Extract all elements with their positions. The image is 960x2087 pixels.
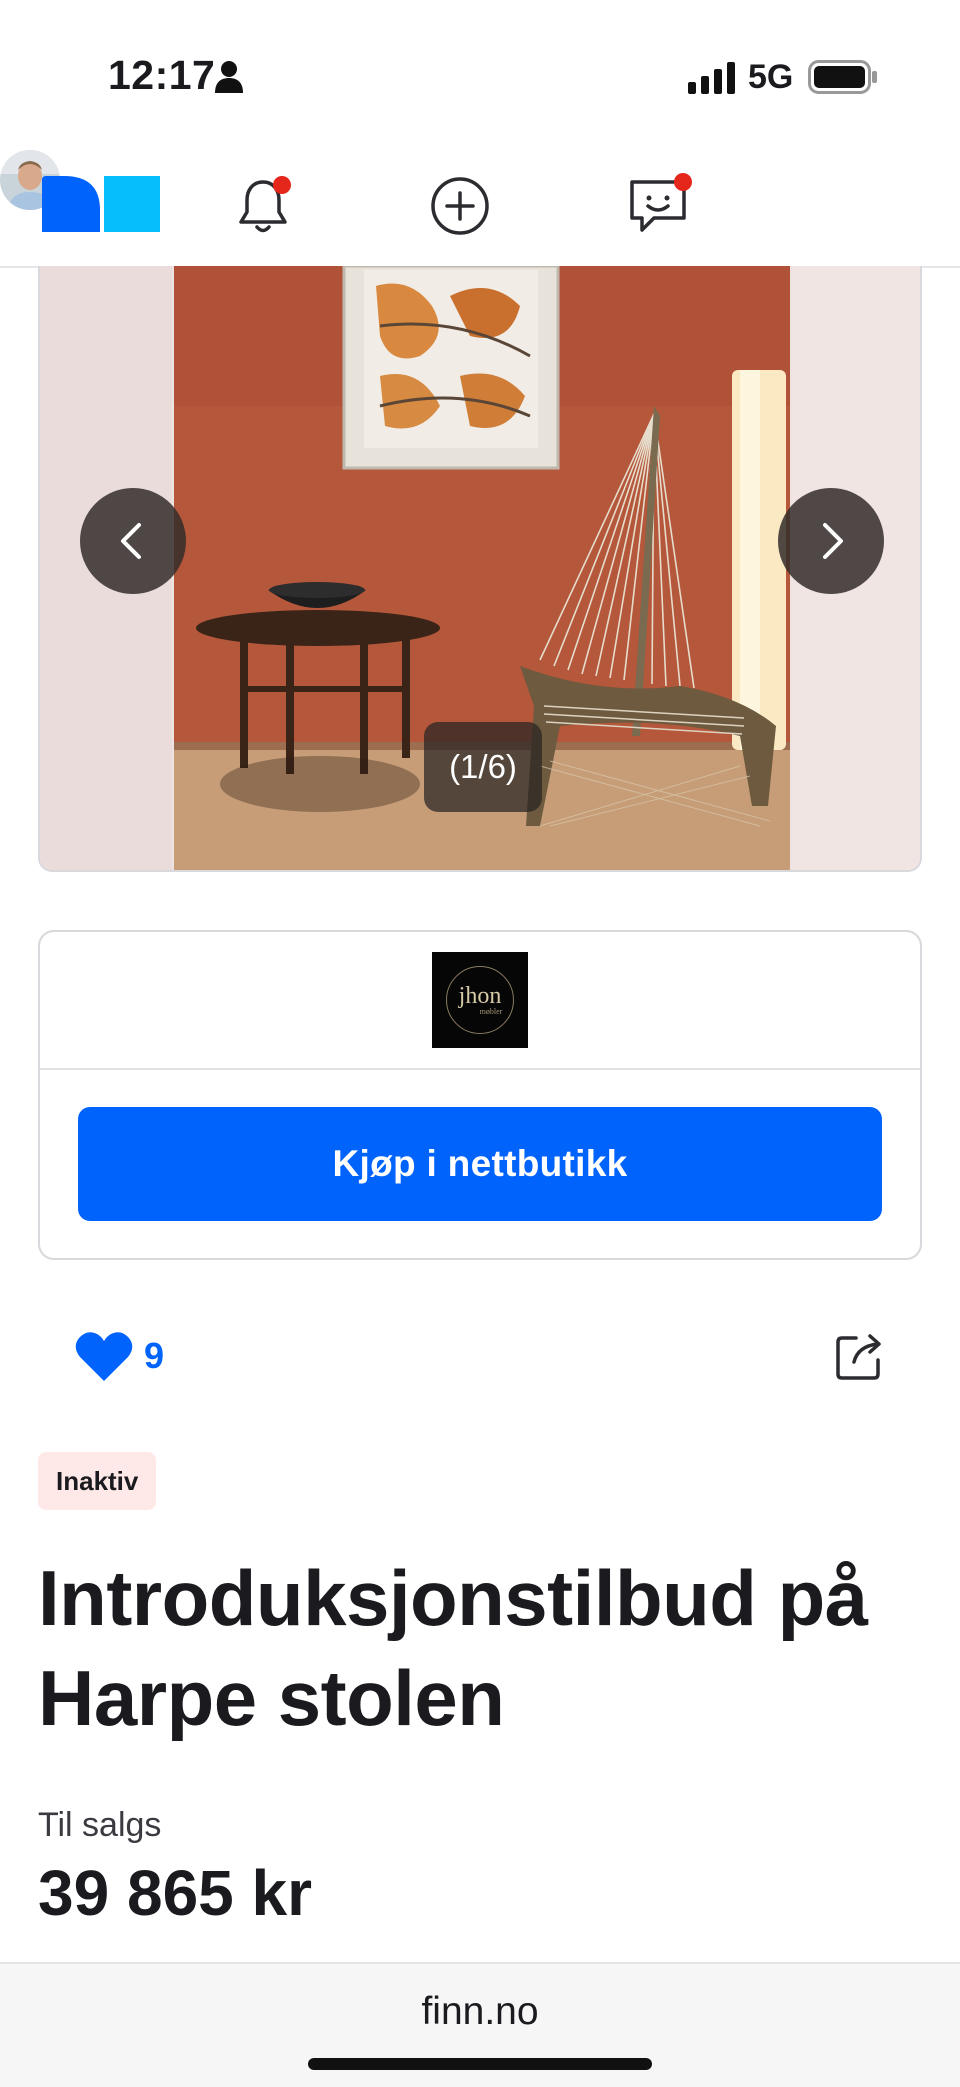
chevron-left-icon <box>121 523 141 559</box>
messages-icon <box>630 173 692 232</box>
person-icon <box>215 61 243 93</box>
next-image-button[interactable] <box>778 488 884 594</box>
price-label: Til salgs <box>38 1806 162 1844</box>
network-type: 5G <box>748 58 794 96</box>
clock: 12:17 <box>108 52 216 98</box>
price: 39 865 kr <box>38 1857 313 1929</box>
status-bar: 12:17 5G <box>0 0 960 150</box>
browser-bar: finn.no <box>0 1962 960 2087</box>
top-nav <box>0 150 960 268</box>
favorite-button[interactable]: 9 <box>74 1326 164 1386</box>
store-card: jhon møbler Kjøp i nettbutikk <box>38 930 922 1260</box>
store-logo[interactable]: jhon møbler <box>432 952 528 1048</box>
store-logo-emblem: jhon møbler <box>446 966 514 1034</box>
status-badge: Inaktiv <box>38 1452 157 1510</box>
new-ad-button[interactable] <box>424 170 496 242</box>
image-counter: (1/6) <box>424 722 542 812</box>
battery-icon <box>808 60 877 94</box>
signal-icon <box>688 62 735 94</box>
favorite-count: 9 <box>144 1335 165 1376</box>
home-indicator[interactable] <box>308 2058 652 2070</box>
card-divider <box>40 1068 920 1070</box>
finn-logo[interactable] <box>42 176 160 232</box>
image-carousel[interactable]: (1/6) <box>38 266 922 872</box>
share-icon[interactable] <box>832 1328 888 1384</box>
bell-icon <box>239 176 291 233</box>
buy-in-webshop-button[interactable]: Kjøp i nettbutikk <box>78 1107 882 1221</box>
listing-title: Introduksjonstilbud på Harpe stolen <box>38 1554 868 1742</box>
add-icon <box>431 177 489 235</box>
url-bar[interactable]: finn.no <box>0 1990 960 2034</box>
previous-image-button[interactable] <box>80 488 186 594</box>
chevron-right-icon <box>823 523 843 559</box>
store-logo-name: jhon <box>458 983 502 1009</box>
notifications-button[interactable] <box>227 170 299 242</box>
heart-icon <box>75 1332 133 1381</box>
store-logo-sub: møbler <box>479 1007 503 1016</box>
messages-button[interactable] <box>624 170 696 242</box>
